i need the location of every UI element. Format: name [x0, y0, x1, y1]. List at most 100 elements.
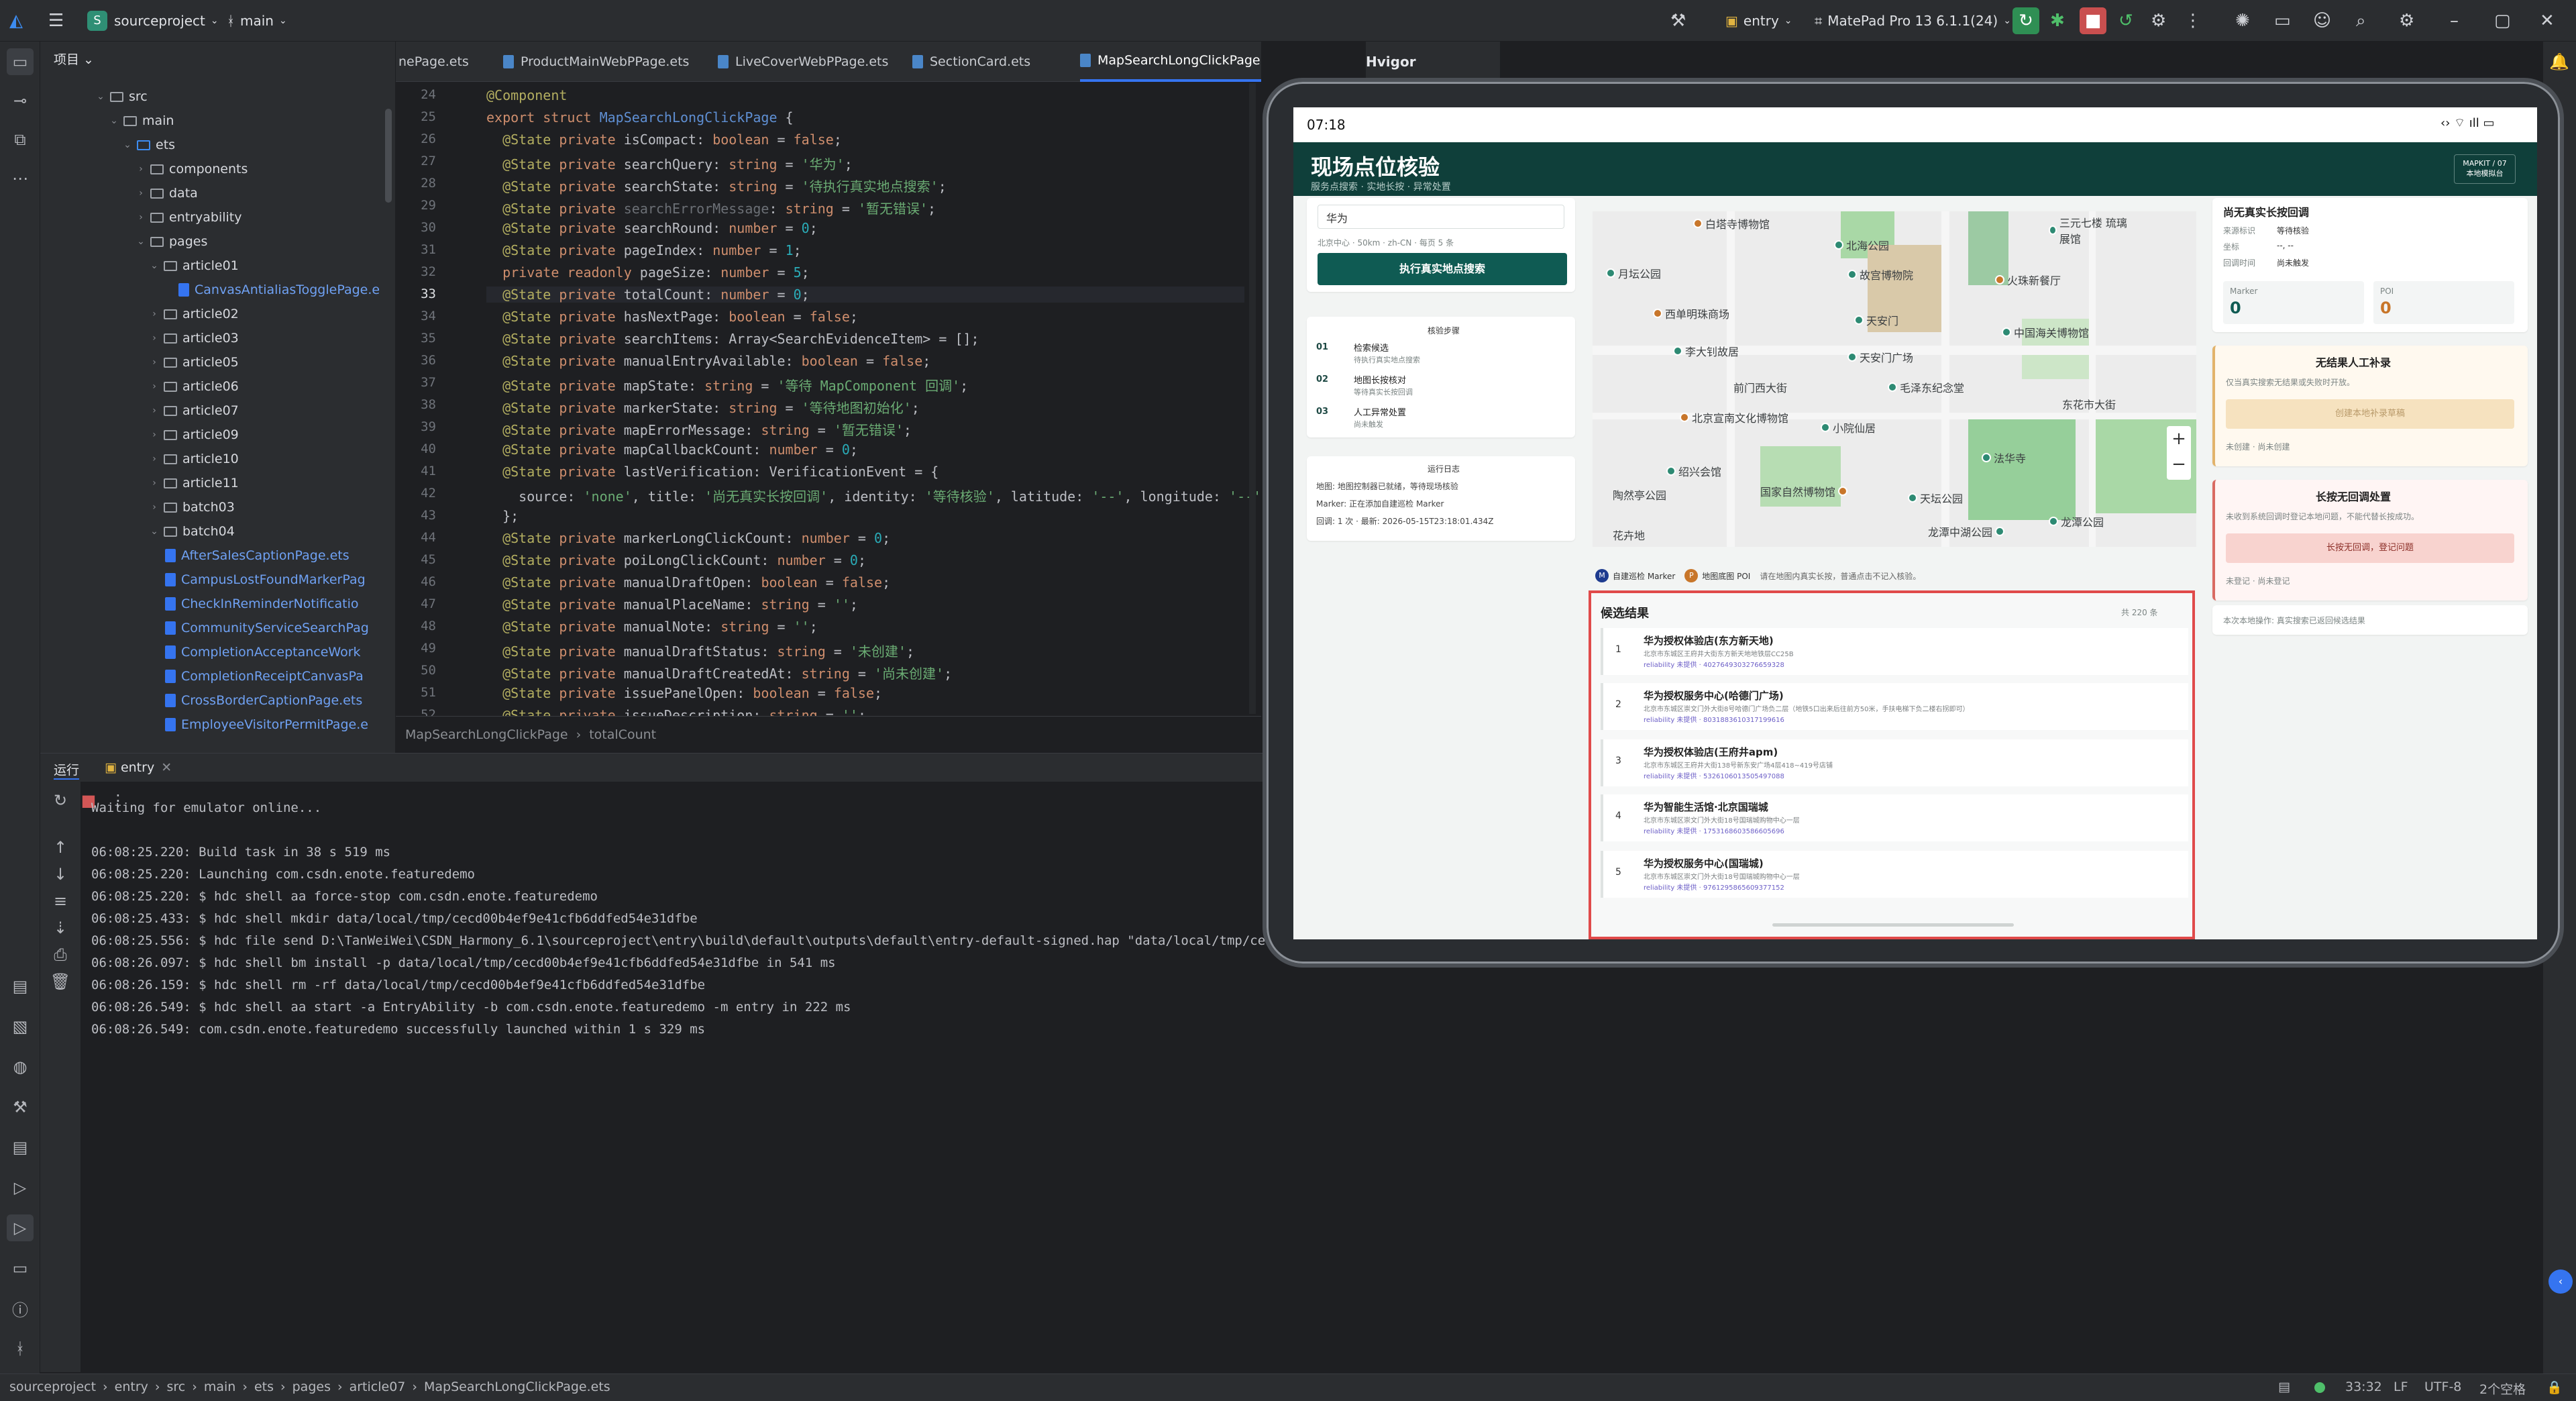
map-poi[interactable]: 月坛公园 — [1606, 265, 1661, 281]
rerun-button[interactable]: ↻ — [2012, 0, 2039, 42]
status-path-item[interactable]: article07 — [350, 1380, 406, 1394]
tree-folder[interactable]: › article09 — [40, 423, 239, 447]
code-line[interactable]: @State private searchErrorMessage: strin… — [486, 198, 936, 217]
tab-run[interactable]: 运行 — [54, 760, 80, 780]
map-poi[interactable]: 李大钊故居 — [1673, 343, 1739, 359]
tab-file[interactable]: nePage.ets — [396, 42, 496, 82]
search-button[interactable]: 执行真实地点搜索 — [1318, 253, 1567, 285]
zoom-out-button[interactable]: − — [2167, 452, 2191, 477]
code-line[interactable]: @State private issuePanelOpen: boolean =… — [486, 685, 882, 701]
code-line[interactable]: @State private mapCallbackCount: number … — [486, 442, 858, 458]
code-area[interactable]: @Component export struct MapSearchLongCli… — [396, 83, 1261, 723]
tree-file[interactable]: CheckInReminderNotificatio — [40, 592, 359, 616]
map-poi[interactable]: 中国海关博物馆 — [2002, 324, 2089, 340]
code-line[interactable]: @State private searchState: string = '待执… — [486, 176, 947, 195]
code-line[interactable]: @Component — [486, 87, 567, 103]
map-poi[interactable]: 三元七楼 琉璃展馆 — [2049, 214, 2129, 246]
main-menu-icon[interactable]: ☰ — [48, 0, 64, 42]
tree-folder[interactable]: › article11 — [40, 471, 239, 495]
code-line[interactable]: private readonly pageSize: number = 5; — [486, 264, 810, 280]
tab-file[interactable]: SectionCard.ets — [912, 42, 1030, 82]
indent-setting[interactable]: 2个空格 — [2479, 1380, 2526, 1398]
code-line[interactable]: @State private searchItems: Array<Search… — [486, 331, 979, 347]
account-icon[interactable]: ☺ — [2313, 0, 2331, 42]
map-poi[interactable]: 天安门 — [1854, 312, 1898, 328]
code-line[interactable]: @State private manualDraftOpen: boolean … — [486, 574, 890, 590]
run-tool-icon[interactable]: ▷ — [7, 1214, 34, 1241]
code-line[interactable]: source: 'none', title: '尚无真实长按回调', ident… — [486, 486, 1261, 505]
code-line[interactable]: @State private searchQuery: string = '华为… — [486, 154, 853, 173]
map-poi[interactable]: 天坛公园 — [1908, 490, 1963, 506]
map-poi[interactable]: 白塔寺博物馆 — [1693, 215, 1770, 231]
expand-icon[interactable]: ‹ — [2548, 1269, 2573, 1294]
map-poi[interactable]: 法华寺 — [1982, 450, 2026, 466]
notifications-icon[interactable]: 🔔 — [2546, 48, 2573, 75]
problems-icon[interactable]: ⓘ — [7, 1295, 34, 1322]
code-line[interactable]: @State private searchRound: number = 0; — [486, 220, 818, 236]
close-icon[interactable]: ✕ — [2540, 0, 2555, 42]
git-icon[interactable]: ᚼ — [7, 1335, 34, 1362]
editor-scrollbar[interactable] — [1249, 83, 1256, 714]
map-poi[interactable]: 小院仙居 — [1821, 419, 1876, 435]
tree-folder[interactable]: › batch03 — [40, 495, 235, 519]
tree-folder[interactable]: ⌄ ets — [40, 133, 175, 157]
map-poi[interactable]: 绍兴会馆 — [1666, 463, 1721, 479]
status-path-item[interactable]: src — [167, 1380, 186, 1394]
result-item[interactable]: 3 华为授权体验店(王府井apm) 北京市东城区王府井大街138号新东安广场4层41… — [1601, 739, 2188, 786]
branch-switcher[interactable]: ᚼ main ⌄ — [227, 0, 287, 42]
code-line[interactable]: @State private mapState: string = '等待 Ma… — [486, 375, 968, 395]
tree-folder[interactable]: ⌄ src — [40, 85, 148, 109]
tab-file[interactable]: LiveCoverWebPPage.ets — [718, 42, 888, 82]
tree-folder[interactable]: › data — [40, 181, 198, 205]
code-line[interactable]: @State private markerLongClickCount: num… — [486, 530, 890, 546]
tree-file[interactable]: CanvasAntialiasTogglePage.e — [40, 278, 380, 302]
breadcrumb-item[interactable]: MapSearchLongClickPage — [405, 727, 568, 742]
terminal-icon[interactable]: ▭ — [7, 1255, 34, 1282]
status-path-item[interactable]: sourceproject — [9, 1380, 96, 1394]
more-tools-icon[interactable]: ⋯ — [7, 165, 34, 192]
status-path-item[interactable]: ets — [254, 1380, 274, 1394]
map-poi[interactable]: 西单明珠商场 — [1653, 305, 1729, 321]
map-poi[interactable]: 故宫博物院 — [1847, 266, 1913, 282]
tab-file[interactable]: ProductMainWebPPage.ets — [503, 42, 689, 82]
maximize-icon[interactable]: ▢ — [2494, 0, 2511, 42]
line-separator[interactable]: LF — [2394, 1380, 2408, 1394]
more-icon[interactable]: ⋮ — [2184, 0, 2202, 42]
zoom-in-button[interactable]: + — [2167, 426, 2191, 452]
code-line[interactable]: @State private pageIndex: number = 1; — [486, 242, 802, 258]
code-line[interactable]: }; — [486, 508, 519, 524]
code-line[interactable]: @State private manualEntryAvailable: boo… — [486, 353, 930, 369]
tree-file[interactable]: CommunityServiceSearchPag — [40, 616, 369, 640]
tree-file[interactable]: CampusLostFoundMarkerPag — [40, 568, 366, 592]
map-poi[interactable]: 毛泽东纪念堂 — [1888, 379, 1964, 395]
cursor-position[interactable]: 33:32 — [2345, 1380, 2382, 1394]
tree-folder[interactable]: › article07 — [40, 399, 239, 423]
tree-folder[interactable]: ⌄ article01 — [40, 254, 239, 278]
tab-entry[interactable]: ▣ entry ✕ — [105, 760, 172, 775]
terminal-list-icon[interactable]: ▤ — [7, 1134, 34, 1161]
result-item[interactable]: 2 华为授权服务中心(哈德门广场) 北京市东城区崇文门外大街8号哈德门广场负二层（地… — [1601, 683, 2188, 730]
debug-icon[interactable]: ✱ — [2050, 0, 2065, 42]
map-poi[interactable]: 天安门广场 — [1847, 349, 1913, 365]
tree-file[interactable]: CompletionAcceptanceWork — [40, 640, 361, 664]
code-line[interactable]: @State private manualNote: string = ''; — [486, 619, 818, 635]
map-poi[interactable]: 东花市大街 — [2062, 396, 2116, 412]
structure-icon[interactable]: ⧉ — [7, 126, 34, 153]
project-icon[interactable]: ▭ — [7, 48, 34, 75]
stop-button[interactable]: ■ — [2080, 0, 2106, 42]
map-poi[interactable]: 火珠新餐厅 — [1995, 272, 2061, 288]
map-poi[interactable]: 北京宣南文化博物馆 — [1680, 409, 1788, 425]
tree-file[interactable]: EmployeeVisitorPermitPage.e — [40, 713, 368, 737]
file-encoding[interactable]: UTF-8 — [2424, 1380, 2461, 1394]
create-draft-button[interactable]: 创建本地补录草稿 — [2226, 399, 2514, 429]
map-view[interactable]: 白塔寺博物馆 北海公园 三元七楼 琉璃展馆 月坛公园 故宫博物院 火珠新餐厅 西… — [1593, 211, 2196, 547]
code-line[interactable]: @State private hasNextPage: boolean = fa… — [486, 309, 858, 325]
status-path-item[interactable]: entry — [115, 1380, 148, 1394]
minimize-icon[interactable]: – — [2450, 0, 2459, 42]
tree-folder[interactable]: › article03 — [40, 326, 239, 350]
lock-icon[interactable]: 🔒 — [2546, 1380, 2563, 1395]
map-poi[interactable]: 花卉地 — [1613, 527, 1645, 543]
result-item[interactable]: 5 华为授权服务中心(国瑞城) 北京市东城区崇文门外大街18号国瑞城购物中心一层 re… — [1601, 851, 2188, 898]
code-line[interactable]: export struct MapSearchLongClickPage { — [486, 109, 794, 125]
profiler-icon[interactable]: ⚙ — [2151, 0, 2166, 42]
